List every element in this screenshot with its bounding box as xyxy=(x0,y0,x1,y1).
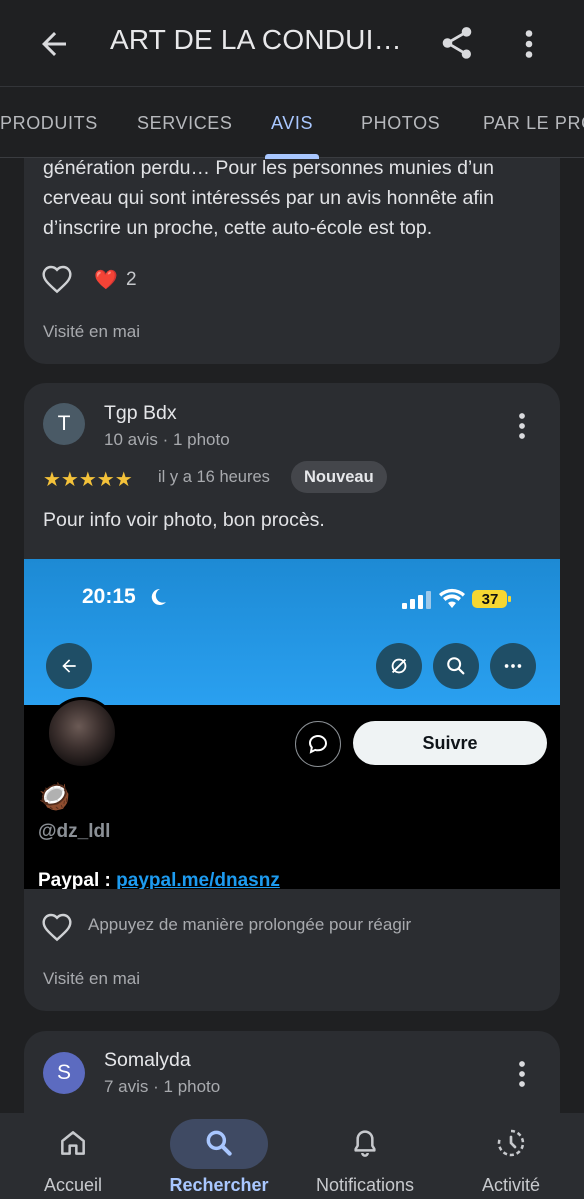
review-time: il y a 16 heures xyxy=(158,468,270,486)
paypal-link: paypal.me/dnasnz xyxy=(116,870,280,889)
more-horizontal-icon xyxy=(504,664,522,668)
nav-label: Accueil xyxy=(43,1175,103,1195)
review-more-icon[interactable] xyxy=(514,411,530,441)
reviewer-name[interactable]: Somalyda xyxy=(104,1049,191,1072)
avatar[interactable]: T xyxy=(43,403,85,445)
new-badge: Nouveau xyxy=(291,461,387,493)
review-text-line: d’inscrire un proche, cette auto-école e… xyxy=(43,217,433,239)
tab-bar: PRODUITS SERVICES AVIS PHOTOS PAR LE PRO xyxy=(0,86,584,159)
review-text-line: cerveau qui sont intéressés par un avis … xyxy=(43,187,494,209)
status-time: 20:15 xyxy=(82,585,136,608)
nav-label: Activité xyxy=(481,1175,541,1195)
reaction-count: 2 xyxy=(126,269,137,290)
tab-produits[interactable]: PRODUITS xyxy=(0,113,98,134)
more-options-icon[interactable] xyxy=(515,26,543,62)
profile-banner xyxy=(24,559,560,705)
profile-more-button xyxy=(490,643,536,689)
wifi-icon xyxy=(439,588,465,608)
signal-icon xyxy=(402,591,431,609)
bottom-navigation: Accueil Rechercher Notifications Activit… xyxy=(0,1113,584,1199)
refresh-button xyxy=(376,643,422,689)
profile-search-button xyxy=(433,643,479,689)
nav-activite[interactable]: Activité xyxy=(438,1113,584,1199)
review-photo[interactable]: 20:15 37 Suivre 🥥 @dz_ldl Paypal : paypa… xyxy=(24,559,560,889)
paypal-line: Paypal : paypal.me/dnasnz xyxy=(38,870,280,889)
share-icon[interactable] xyxy=(438,24,476,62)
history-icon xyxy=(497,1129,525,1157)
chat-bubble-icon xyxy=(308,734,328,754)
react-hint: Appuyez de manière prolongée pour réagir xyxy=(88,915,412,934)
nav-rechercher[interactable]: Rechercher xyxy=(146,1113,292,1199)
like-heart-icon[interactable] xyxy=(41,912,73,942)
nav-label: Notifications xyxy=(315,1175,415,1195)
star-rating: ★★★★★ xyxy=(43,469,133,491)
tab-services[interactable]: SERVICES xyxy=(137,113,233,134)
app-bar: ART DE LA CONDUI… xyxy=(0,0,584,86)
reaction-heart-emoji: ❤️ xyxy=(94,270,118,291)
moon-icon xyxy=(151,588,166,605)
battery-level: 37 xyxy=(481,590,499,608)
like-heart-icon[interactable] xyxy=(41,264,73,294)
page-title: ART DE LA CONDUI… xyxy=(110,24,402,55)
search-icon xyxy=(447,657,465,675)
review-card: T Tgp Bdx 10 avis · 1 photo ★★★★★ il y a… xyxy=(24,383,560,1011)
bell-icon xyxy=(354,1130,376,1157)
reviewer-meta: 10 avis · 1 photo xyxy=(104,430,230,449)
home-icon xyxy=(61,1131,85,1155)
tab-photos[interactable]: PHOTOS xyxy=(361,113,440,134)
profile-picture xyxy=(46,697,118,769)
sync-off-icon xyxy=(391,658,407,674)
coconut-emoji: 🥥 xyxy=(38,781,71,811)
avatar[interactable]: S xyxy=(43,1052,85,1094)
paypal-label: Paypal : xyxy=(38,870,117,889)
search-icon xyxy=(206,1130,232,1156)
back-arrow-icon xyxy=(62,659,76,673)
active-tab-indicator xyxy=(265,154,319,159)
review-more-icon[interactable] xyxy=(514,1059,530,1089)
review-text: Pour info voir photo, bon procès. xyxy=(43,509,325,531)
follow-button: Suivre xyxy=(353,721,547,765)
reviewer-name[interactable]: Tgp Bdx xyxy=(104,402,177,425)
visited-date: Visité en mai xyxy=(43,969,141,988)
nav-label: Rechercher xyxy=(169,1175,269,1195)
reviewer-meta: 7 avis · 1 photo xyxy=(104,1077,221,1096)
nav-accueil[interactable]: Accueil xyxy=(0,1113,146,1199)
message-button xyxy=(295,721,341,767)
profile-back-button xyxy=(46,643,92,689)
back-arrow-icon[interactable] xyxy=(36,26,72,62)
nav-notifications[interactable]: Notifications xyxy=(292,1113,438,1199)
visited-date: Visité en mai xyxy=(43,322,141,341)
tab-avis[interactable]: AVIS xyxy=(271,113,313,134)
profile-handle: @dz_ldl xyxy=(38,821,111,842)
tab-par-le-pro[interactable]: PAR LE PRO xyxy=(483,113,584,134)
